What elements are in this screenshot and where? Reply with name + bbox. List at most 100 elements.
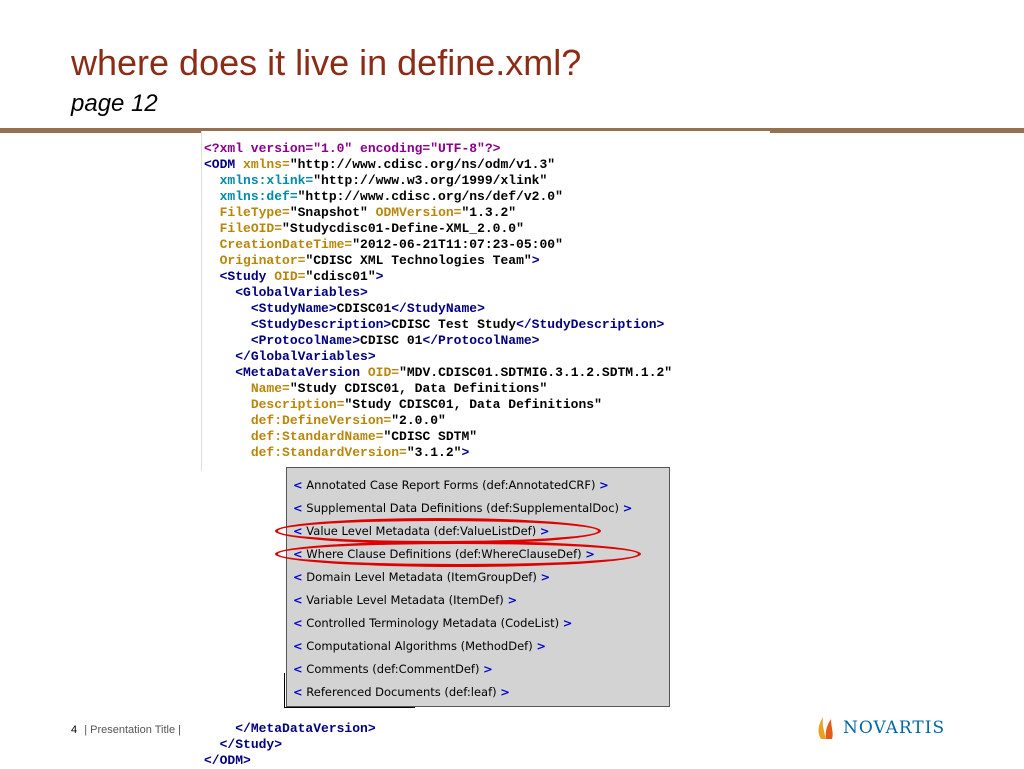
code-token: xmlns:def= [219,189,298,204]
xml-closing-line: </Study> [204,737,376,753]
code-token: "Study CDISC01, Data Definitions" [289,381,548,396]
footer-title: | Presentation Title | [84,724,182,736]
xml-line: <StudyDescription>CDISC Test Study</Stud… [204,317,672,333]
code-token: <GlobalVariables> [235,285,368,300]
xml-line: def:StandardVersion="3.1.2"> [204,445,672,461]
xml-line: FileType="Snapshot" ODMVersion="1.3.2" [204,205,672,221]
open-bracket-icon: < [293,616,303,630]
code-token: xmlns:xlink= [219,173,314,188]
close-bracket-icon: > [500,685,510,699]
code-token: "3.1.2" [406,445,462,460]
xml-closing-tags: </MetaDataVersion> </Study> </ODM> [204,721,376,769]
code-token: </ProtocolName> [422,333,540,348]
open-bracket-icon: < [293,570,303,584]
xml-line: <ProtocolName>CDISC 01</ProtocolName> [204,333,672,349]
menu-item-label: Controlled Terminology Metadata (CodeLis… [306,616,560,630]
code-token: <Study [219,269,275,284]
menu-item[interactable]: < Variable Level Metadata (ItemDef) > [293,593,517,607]
code-token: CreationDateTime= [219,237,353,252]
close-bracket-icon: > [599,478,609,492]
close-bracket-icon: > [540,570,551,584]
code-token: CDISC Test Study [391,317,517,332]
close-bracket-icon: > [622,501,633,515]
open-bracket-icon: < [293,685,303,699]
xml-closing-line: </ODM> [204,753,376,769]
menu-item[interactable]: < Controlled Terminology Metadata (CodeL… [293,616,572,630]
code-token: "http://www.cdisc.org/ns/odm/v1.3" [289,157,556,172]
code-token: </StudyDescription> [516,317,665,332]
code-token: "http://www.w3.org/1999/xlink" [313,173,548,188]
code-token: </StudyName> [391,301,485,316]
novartis-flame-icon [818,717,833,739]
code-token: <ODM [204,157,244,172]
xml-line: <MetaDataVersion OID="MDV.CDISC01.SDTMIG… [204,365,672,381]
code-token: > [461,445,470,460]
open-bracket-icon: < [293,501,303,515]
code-token: "1.3.2" [461,205,517,220]
xml-line: <GlobalVariables> [204,285,672,301]
open-bracket-icon: < [293,639,303,653]
slide-subtitle: page 12 [71,90,158,117]
open-bracket-icon: < [293,593,303,607]
code-token: </Study> [219,737,283,752]
code-token: FileOID= [219,221,283,236]
code-token: ODMVersion= [375,205,462,220]
open-bracket-icon: < [293,478,303,492]
code-token: </GlobalVariables> [235,349,376,364]
page-number: 4 [71,724,78,736]
code-token: "2012-06-21T11:07:23-05:00" [352,237,563,252]
code-token: Name= [250,381,290,396]
xml-line: xmlns:def="http://www.cdisc.org/ns/def/v… [204,189,672,205]
code-token: "CDISC SDTM" [383,429,478,444]
code-token: > [531,253,540,268]
highlight-ellipse [275,541,641,567]
code-token: xmlns= [243,157,290,172]
xml-line: <StudyName>CDISC01</StudyName> [204,301,672,317]
menu-item-label: Domain Level Metadata (ItemGroupDef) [306,570,537,584]
xml-line: Description="Study CDISC01, Data Definit… [204,397,672,413]
xml-line: FileOID="Studycdisc01-Define-XML_2.0.0" [204,221,672,237]
code-token: Description= [250,397,345,412]
code-token: OID= [274,269,306,284]
slide-footer: 4 | Presentation Title | [71,724,181,736]
xml-code-block: <?xml version="1.0" encoding="UTF-8"?> <O… [204,141,672,461]
menu-item[interactable]: < Computational Algorithms (MethodDef) > [293,639,546,653]
code-token: <?xml version="1.0" encoding="UTF-8"?> [204,141,501,156]
xml-closing-line: </MetaDataVersion> [204,721,376,737]
xml-line: <Study OID="cdisc01"> [204,269,672,285]
code-token: "MDV.CDISC01.SDTMIG.3.1.2.SDTM.1.2" [399,365,673,380]
menu-item[interactable]: < Comments (def:CommentDef) > [293,662,493,676]
close-bracket-icon: > [507,593,518,607]
code-token: "Snapshot" [289,205,376,220]
code-token: def:DefineVersion= [250,413,392,428]
code-token: FileType= [219,205,290,220]
menu-item[interactable]: < Annotated Case Report Forms (def:Annot… [293,478,609,492]
code-token: def:StandardVersion= [250,445,407,460]
menu-item[interactable]: < Supplemental Data Definitions (def:Sup… [293,501,632,515]
xml-line: Originator="CDISC XML Technologies Team"… [204,253,672,269]
code-token: Originator= [219,253,306,268]
xml-line: def:DefineVersion="2.0.0" [204,413,672,429]
code-token: </MetaDataVersion> [235,721,376,736]
menu-item[interactable]: < Referenced Documents (def:leaf) > [293,685,510,699]
code-token: <ProtocolName> [250,333,361,348]
menu-item[interactable]: < Domain Level Metadata (ItemGroupDef) > [293,570,550,584]
code-token: <StudyName> [250,301,337,316]
code-token: </ODM> [204,753,251,768]
code-token: CDISC01 [336,301,392,316]
code-token: "Studycdisc01-Define-XML_2.0.0" [282,221,524,236]
xml-line: Name="Study CDISC01, Data Definitions" [204,381,672,397]
code-token: "2.0.0" [391,413,446,428]
close-bracket-icon: > [536,639,546,653]
close-bracket-icon: > [483,662,493,676]
